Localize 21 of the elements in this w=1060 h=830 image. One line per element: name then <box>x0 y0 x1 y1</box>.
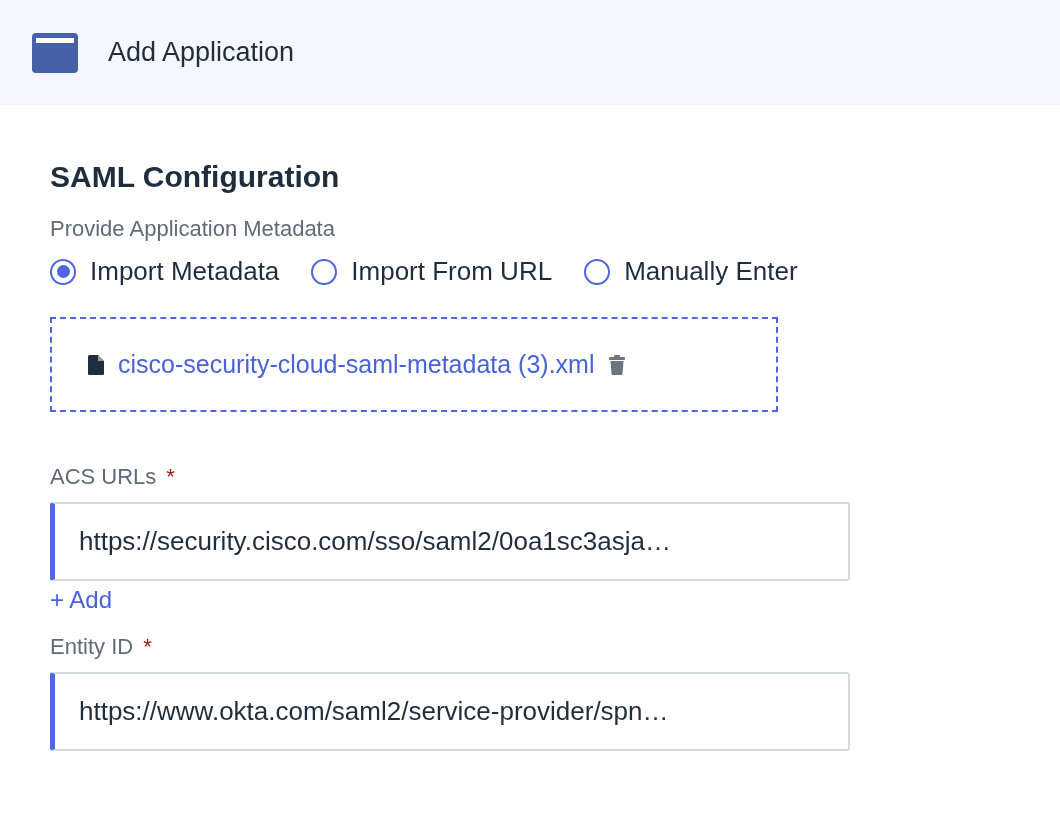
radio-button[interactable] <box>311 258 338 285</box>
window-icon <box>32 32 78 73</box>
required-marker: * <box>166 464 175 490</box>
field-label: Provide Application Metadata <box>50 216 335 242</box>
required-marker: * <box>143 634 152 660</box>
text-field[interactable]: https://security.cisco.com/sso/saml2/0oa1sc3asja… <box>50 502 850 581</box>
radio-label[interactable]: Import From URL <box>351 256 553 287</box>
radio-button[interactable] <box>50 258 76 285</box>
field-label: ACS URLs <box>50 464 157 490</box>
trash-icon[interactable] <box>608 354 625 375</box>
file-drop-zone[interactable]: cisco-security-cloud-saml-metadata (3).xml <box>50 317 778 412</box>
file-icon <box>88 354 104 375</box>
page-title: Add Application <box>108 37 295 68</box>
radio-label[interactable]: Import Metadata <box>90 256 280 287</box>
file-link[interactable]: cisco-security-cloud-saml-metadata (3).xml <box>118 350 595 379</box>
text-field[interactable]: https://www.okta.com/saml2/service-provider/spn… <box>50 672 850 751</box>
field-label: Entity ID <box>50 634 134 660</box>
radio-label[interactable]: Manually Enter <box>624 256 798 287</box>
radio-button[interactable] <box>584 258 611 285</box>
section-title: SAML Configuration <box>50 160 340 194</box>
add-link[interactable]: + Add <box>50 586 113 614</box>
